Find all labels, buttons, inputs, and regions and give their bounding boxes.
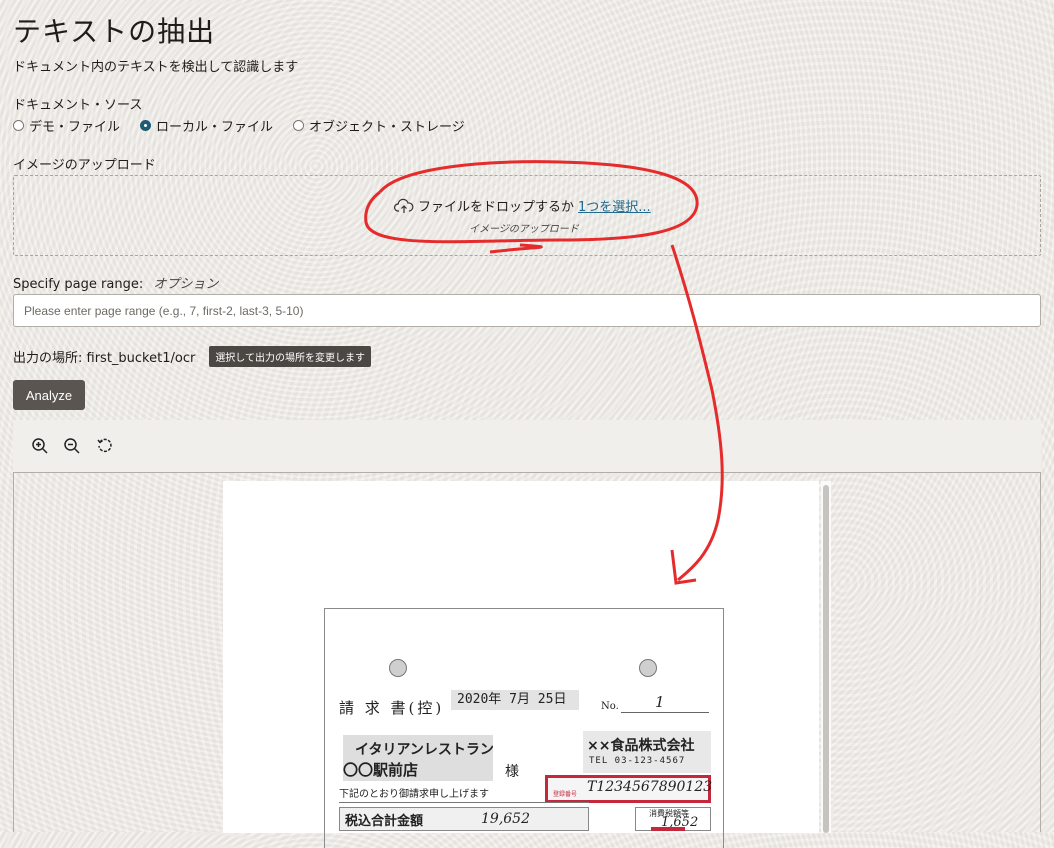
radio-local-file[interactable]: ローカル・ファイル [140,116,273,135]
registration-label: 登録番号 [553,791,578,798]
viewer-toolbar [13,420,1041,472]
radio-button[interactable] [293,120,305,131]
radio-demo-file[interactable]: デモ・ファイル [13,116,120,135]
change-output-location-tooltip[interactable]: 選択して出力の場所を変更します [209,346,372,367]
divider [339,802,589,803]
cloud-upload-icon [394,198,414,213]
analyze-button[interactable]: Analyze [13,380,85,410]
document-source-radio-group: デモ・ファイル ローカル・ファイル オブジェクト・ストレージ [13,116,485,135]
document-source-label: ドキュメント・ソース [13,98,143,113]
select-file-link[interactable]: 1つを選択... [578,196,651,215]
invoice-image: 請 求 書(控) 2020年 7月 25日 No. 1 イタリアンレストラン 〇… [324,608,724,848]
output-location-label: 出力の場所: first_bucket1/ocr [13,351,196,366]
output-location-row: 出力の場所: first_bucket1/ocr 選択して出力の場所を変更します [13,346,372,367]
vendor-name: ××食品株式会社 [587,738,695,754]
zoom-in-icon[interactable] [31,437,49,455]
viewer-scrollbar[interactable] [821,481,831,833]
vendor-tel: TEL 03-123-4567 [589,756,686,766]
page-title: テキストの抽出 [13,15,216,48]
radio-label: デモ・ファイル [29,120,121,135]
optional-label: オプション [153,277,219,292]
radio-object-storage[interactable]: オブジェクト・ストレージ [293,116,465,135]
dropzone-prompt: ファイルをドロップするか 1つを選択... [394,196,651,215]
upload-label: イメージのアップロード [13,158,156,173]
tax-highlight-mark [651,827,685,831]
customer-branch: 〇〇駅前店 [343,761,419,779]
registration-number: T1234567890123 [587,779,713,795]
page-range-input[interactable] [13,294,1041,327]
zoom-out-icon[interactable] [63,437,81,455]
scrollbar-thumb[interactable] [823,485,829,833]
invoice-message: 下記のとおり御請求申し上げます [339,789,489,800]
invoice-no-value: 1 [655,693,665,711]
punch-hole [639,659,657,677]
punch-hole [389,659,407,677]
document-viewer: 請 求 書(控) 2020年 7月 25日 No. 1 イタリアンレストラン 〇… [13,472,1041,848]
dropzone-text: ファイルをドロップするか [418,200,575,215]
page-range-label-row: Specify page range: オプション [13,273,218,292]
radio-label: オブジェクト・ストレージ [309,120,465,135]
radio-label: ローカル・ファイル [156,120,274,135]
invoice-no-label: No. [601,701,619,712]
total-label: 税込合計金額 [345,814,424,829]
page-subtitle: ドキュメント内のテキストを検出して認識します [13,60,299,75]
page-range-label: Specify page range: [13,277,144,292]
dropzone-sublabel: イメージのアップロード [469,224,579,235]
invoice-date: 2020年 7月 25日 [451,690,579,710]
divider [621,712,709,713]
radio-button-selected[interactable] [140,120,152,131]
honorific: 様 [505,764,519,780]
document-preview: 請 求 書(控) 2020年 7月 25日 No. 1 イタリアンレストラン 〇… [223,481,819,848]
file-dropzone[interactable]: ファイルをドロップするか 1つを選択... イメージのアップロード [13,175,1041,256]
radio-button[interactable] [13,120,24,131]
invoice-title: 請 求 書(控) [339,699,445,717]
customer-name: イタリアンレストラン [355,742,494,758]
total-value: 19,652 [481,811,530,827]
reset-icon[interactable] [96,437,114,455]
